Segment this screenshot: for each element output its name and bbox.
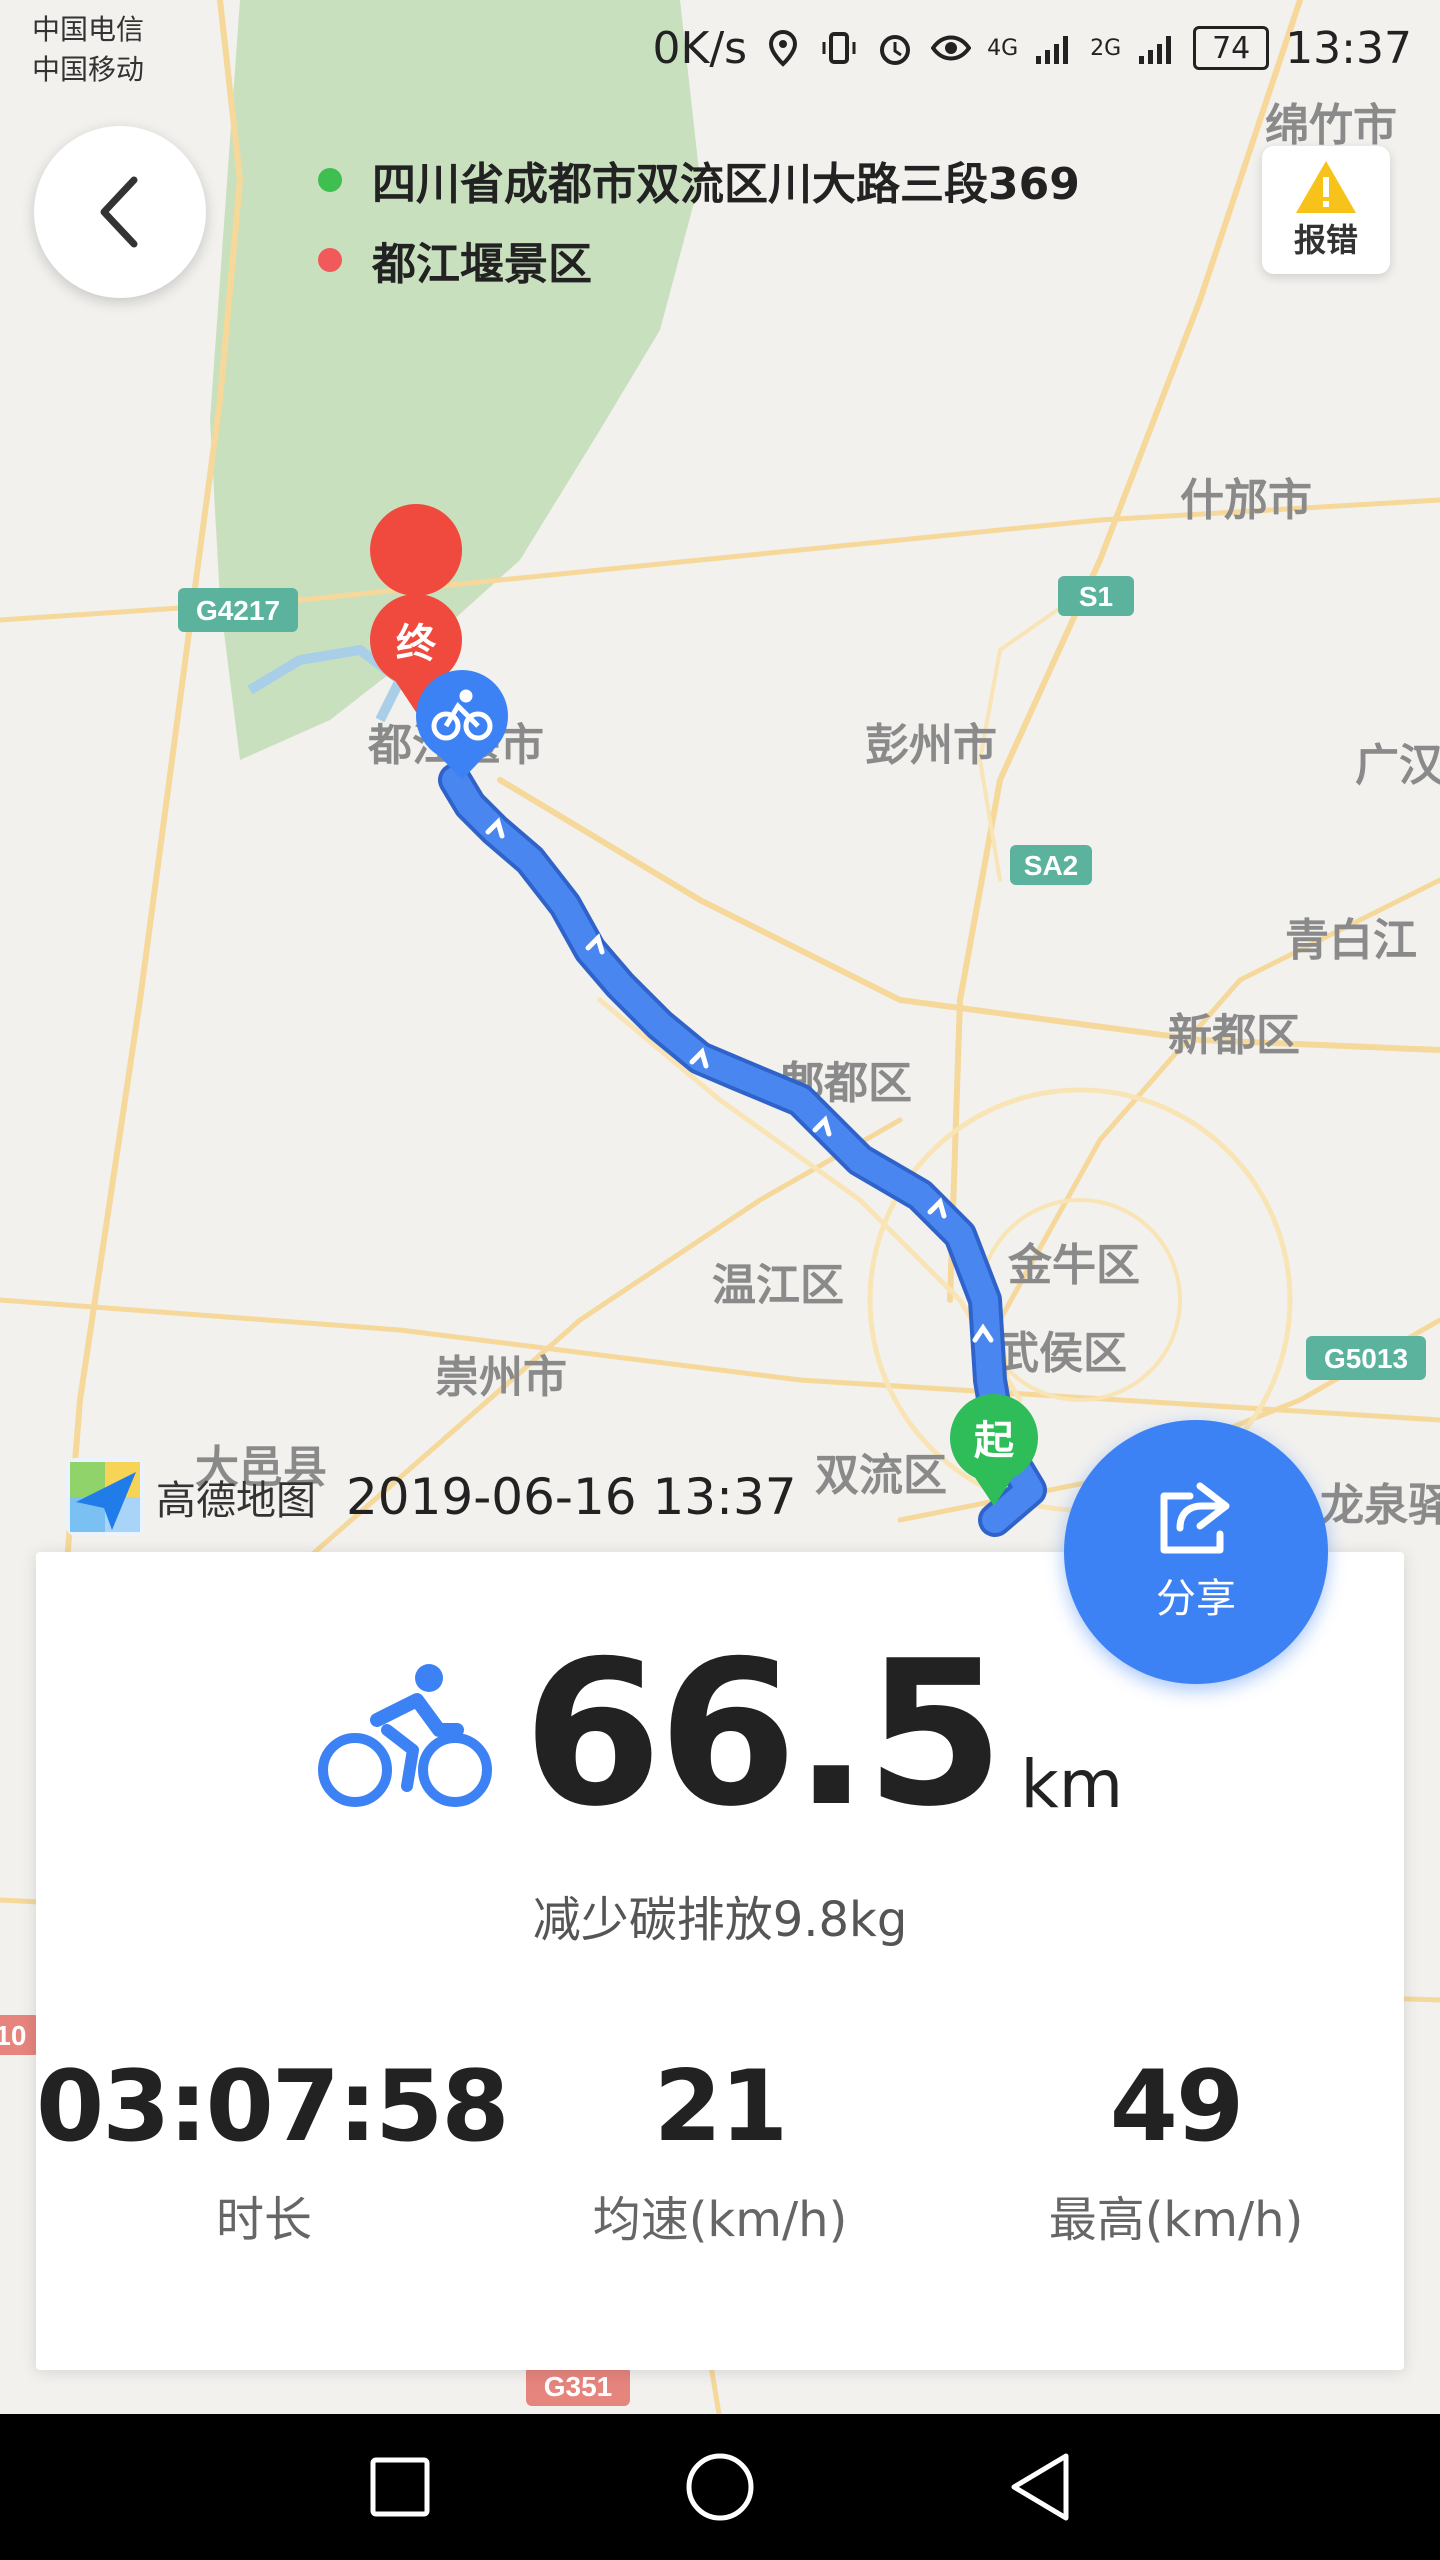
signal-icon <box>1036 36 1069 64</box>
status-icons: 0K/s 4G 2G 74 13:37 <box>652 18 1412 78</box>
distance-value: 66.5 <box>523 1618 1004 1851</box>
max-speed-stat: 49 最高(km/h) <box>948 2052 1404 2250</box>
route-start-row: 四川省成都市双流区川大路三段369 <box>318 140 1080 220</box>
place-label: 广汉 <box>1355 741 1440 790</box>
svg-text:起: 起 <box>974 1419 1015 1463</box>
system-nav-bar <box>0 2414 1440 2560</box>
circle-icon <box>686 2453 754 2521</box>
place-label: 什邡市 <box>1180 476 1312 525</box>
watermark-timestamp: 2019-06-16 13:37 <box>346 1468 797 1526</box>
watermark: 高德地图 2019-06-16 13:37 <box>66 1458 797 1536</box>
watermark-brand: 高德地图 <box>156 1478 316 1524</box>
eye-icon <box>931 35 972 61</box>
duration-value: 03:07:58 <box>36 2050 510 2164</box>
location-icon <box>769 29 798 67</box>
status-bar: 中国电信 中国移动 0K/s 4G 2G 74 13:37 <box>0 0 1440 110</box>
signal-2-label: 2G <box>1090 35 1122 61</box>
route-end-text: 都江堰景区 <box>372 239 592 290</box>
report-error-label: 报错 <box>1293 221 1358 259</box>
duration-label: 时长 <box>215 2192 312 2248</box>
road-badge-label: G5013 <box>1324 1343 1408 1374</box>
signal-1-label: 4G <box>987 35 1019 61</box>
net-speed: 0K/s <box>652 22 748 74</box>
route-end-row: 都江堰景区 <box>318 220 1080 300</box>
avg-speed-stat: 21 均速(km/h) <box>492 2052 948 2250</box>
avg-speed-value: 21 <box>653 2050 788 2164</box>
end-dot-icon <box>318 248 342 272</box>
road-badge-label: SA2 <box>1024 850 1078 881</box>
carrier-2: 中国移动 <box>32 53 145 86</box>
chevron-left-icon <box>100 176 138 248</box>
carrier-info: 中国电信 中国移动 <box>32 10 144 90</box>
svg-text:终: 终 <box>396 622 437 666</box>
place-label: 金牛区 <box>1007 1241 1140 1290</box>
share-icon <box>1160 1482 1230 1554</box>
home-button[interactable] <box>620 2414 820 2560</box>
duration-stat: 03:07:58 时长 <box>36 2050 510 2250</box>
max-speed-value: 49 <box>1109 2050 1244 2164</box>
place-label: 青白江 <box>1285 916 1417 965</box>
place-label: 双流区 <box>815 1451 947 1500</box>
route-info: 四川省成都市双流区川大路三段369 都江堰景区 <box>318 140 1080 300</box>
max-speed-label: 最高(km/h) <box>1048 2192 1304 2248</box>
place-label: 龙泉驿 <box>1320 1481 1440 1530</box>
recent-apps-button[interactable] <box>300 2414 500 2560</box>
place-label: 武侯区 <box>995 1329 1127 1378</box>
back-nav-button[interactable] <box>940 2414 1140 2560</box>
signal-icon <box>1139 36 1172 64</box>
carbon-reduction-text: 减少碳排放9.8kg <box>532 1892 908 1948</box>
road-badge-label: G351 <box>544 2371 613 2402</box>
warning-icon <box>1296 161 1356 213</box>
back-button[interactable] <box>34 126 206 298</box>
start-dot-icon <box>318 168 342 192</box>
carrier-1: 中国电信 <box>32 13 145 46</box>
share-button[interactable]: 分享 <box>1064 1420 1328 1684</box>
report-error-button[interactable]: 报错 <box>1262 146 1390 274</box>
share-label: 分享 <box>1156 1576 1236 1622</box>
route-start-text: 四川省成都市双流区川大路三段369 <box>372 159 1080 210</box>
clock: 13:37 <box>1285 22 1412 74</box>
square-icon <box>370 2457 430 2517</box>
place-label: 温江区 <box>712 1261 844 1310</box>
vibrate-icon <box>822 32 856 64</box>
alarm-icon <box>880 35 911 65</box>
place-label: 新都区 <box>1168 1011 1300 1060</box>
bicycle-icon <box>318 1664 492 1807</box>
road-badge-label: G4217 <box>196 595 280 626</box>
battery-indicator: 74 <box>1193 26 1270 70</box>
road-badge-label: S1 <box>1079 581 1113 612</box>
distance-unit: km <box>1020 1746 1123 1823</box>
place-label: 彭州市 <box>865 721 997 770</box>
road-badge-label: G10 <box>0 2020 26 2051</box>
avg-speed-label: 均速(km/h) <box>592 2192 848 2248</box>
amap-logo-icon <box>66 1458 144 1536</box>
place-label: 崇州市 <box>435 1353 567 1402</box>
triangle-back-icon <box>1011 2453 1069 2521</box>
